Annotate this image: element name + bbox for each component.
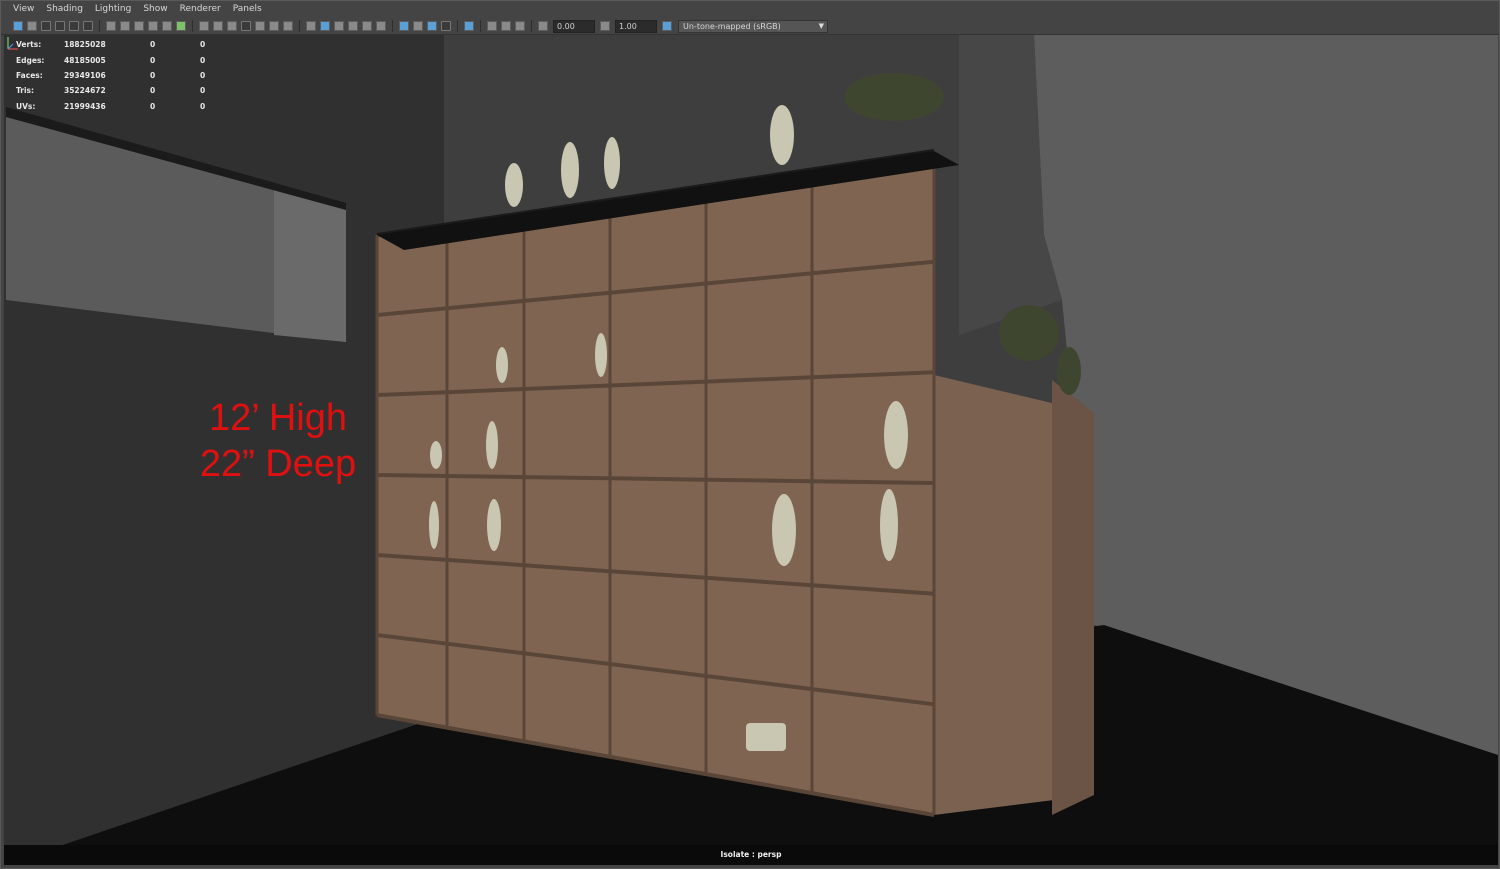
texture-icon[interactable] — [283, 21, 293, 31]
dimension-annotation: 12’ High 22” Deep — [196, 395, 360, 487]
hud-component-value: 0 — [200, 40, 206, 50]
gate-mask-icon[interactable] — [134, 21, 144, 31]
hud-selected-value: 0 — [150, 55, 156, 65]
window-reveal — [274, 185, 346, 342]
hud-selected-value: 0 — [150, 101, 156, 111]
smooth-shade-icon[interactable] — [227, 21, 237, 31]
menu-view[interactable]: View — [7, 1, 40, 18]
axis-gizmo-icon — [7, 37, 18, 50]
wireframe-icon[interactable] — [213, 21, 223, 31]
menu-renderer[interactable]: Renderer — [174, 1, 227, 18]
safe-action-icon[interactable] — [162, 21, 172, 31]
depth-note: 22” Deep — [199, 443, 357, 485]
exposure-field[interactable]: 0.00 — [553, 19, 595, 33]
toolbar-separator — [99, 20, 100, 32]
maya-viewport-window: View Shading Lighting Show Renderer Pane… — [0, 0, 1500, 869]
hud-label: Tris: — [16, 86, 35, 96]
toolbar-separator — [299, 20, 300, 32]
hud-value: 21999436 — [64, 101, 106, 111]
grid-icon[interactable] — [199, 21, 209, 31]
chevron-down-icon: ▼ — [818, 21, 824, 30]
shelf-side-fins — [1052, 380, 1094, 815]
hud-toggle-icon[interactable] — [427, 21, 437, 31]
gamma-field[interactable]: 1.00 — [615, 19, 657, 33]
3d-viewport[interactable]: Verts: 18825028 0 0 Edges: 48185005 0 0 … — [4, 35, 1498, 865]
hud-label: UVs: — [16, 101, 36, 111]
select-camera-icon[interactable] — [13, 21, 23, 31]
hud-component-value: 0 — [200, 55, 206, 65]
hud-value: 18825028 — [64, 40, 106, 50]
isolate-select-icon[interactable] — [399, 21, 409, 31]
camera-name-label: Isolate : persp — [720, 850, 782, 859]
resolution-gate-icon[interactable] — [120, 21, 130, 31]
hud-value: 48185005 — [64, 55, 106, 65]
view-transform-dropdown[interactable]: Un-tone-mapped (sRGB) ▼ — [678, 19, 828, 33]
safe-title-icon[interactable] — [176, 21, 186, 31]
exposure-icon[interactable] — [538, 21, 548, 31]
menu-shading[interactable]: Shading — [40, 1, 89, 18]
menu-lighting[interactable]: Lighting — [89, 1, 137, 18]
hud-row-tris: Tris: 35224672 0 0 — [16, 83, 230, 98]
depth-of-field-icon[interactable] — [376, 21, 386, 31]
height-note: 12’ High — [208, 397, 347, 439]
light-panel-icon[interactable] — [487, 21, 497, 31]
backface-culling-icon[interactable] — [441, 21, 451, 31]
camera-attributes-icon[interactable] — [27, 21, 37, 31]
film-gate-icon[interactable] — [106, 21, 116, 31]
hud-row-faces: Faces: 29349106 0 0 — [16, 68, 230, 83]
hud-value: 29349106 — [64, 70, 106, 80]
wireframe-on-shaded-icon[interactable] — [241, 21, 251, 31]
gamma-icon[interactable] — [600, 21, 610, 31]
hud-label: Verts: — [16, 40, 42, 50]
toolbar-separator — [192, 20, 193, 32]
bounding-box-icon[interactable] — [515, 21, 525, 31]
hud-row-verts: Verts: 18825028 0 0 — [16, 37, 230, 52]
xray-icon[interactable] — [255, 21, 265, 31]
hud-row-uvs: UVs: 21999436 0 0 — [16, 99, 230, 114]
field-chart-icon[interactable] — [148, 21, 158, 31]
menu-panels[interactable]: Panels — [227, 1, 268, 18]
panel-menu-bar: View Shading Lighting Show Renderer Pane… — [1, 1, 1499, 18]
hud-selected-value: 0 — [150, 40, 156, 50]
hud-selected-value: 0 — [150, 70, 156, 80]
two-d-pan-icon[interactable] — [69, 21, 79, 31]
color-management-icon[interactable] — [662, 21, 672, 31]
hud-component-value: 0 — [200, 70, 206, 80]
hud-row-edges: Edges: 48185005 0 0 — [16, 52, 230, 67]
toolbar-separator — [457, 20, 458, 32]
hud-component-value: 0 — [200, 86, 206, 96]
bookmark-icon[interactable] — [41, 21, 51, 31]
frame-selection-icon[interactable] — [464, 21, 474, 31]
hud-label: Faces: — [16, 70, 43, 80]
grease-pencil-icon[interactable] — [83, 21, 93, 31]
shadows-icon[interactable] — [320, 21, 330, 31]
use-all-lights-icon[interactable] — [306, 21, 316, 31]
hud-selected-value: 0 — [150, 86, 156, 96]
flat-shade-icon[interactable] — [501, 21, 511, 31]
toolbar-separator — [531, 20, 532, 32]
menu-show[interactable]: Show — [137, 1, 173, 18]
multisample-aa-icon[interactable] — [362, 21, 372, 31]
image-plane-icon[interactable] — [55, 21, 65, 31]
toolbar-separator — [392, 20, 393, 32]
poly-count-hud: Verts: 18825028 0 0 Edges: 48185005 0 0 … — [16, 37, 230, 114]
hud-component-value: 0 — [200, 101, 206, 111]
xray-joints-icon[interactable] — [269, 21, 279, 31]
screen-space-ao-icon[interactable] — [334, 21, 344, 31]
hud-value: 35224672 — [64, 86, 106, 96]
view-transform-label: Un-tone-mapped (sRGB) — [683, 21, 781, 31]
motion-blur-icon[interactable] — [348, 21, 358, 31]
panel-toolbar: 0.00 1.00 Un-tone-mapped (sRGB) ▼ — [1, 18, 1499, 35]
toolbar-separator — [480, 20, 481, 32]
xray-active-icon[interactable] — [413, 21, 423, 31]
hud-label: Edges: — [16, 55, 45, 65]
